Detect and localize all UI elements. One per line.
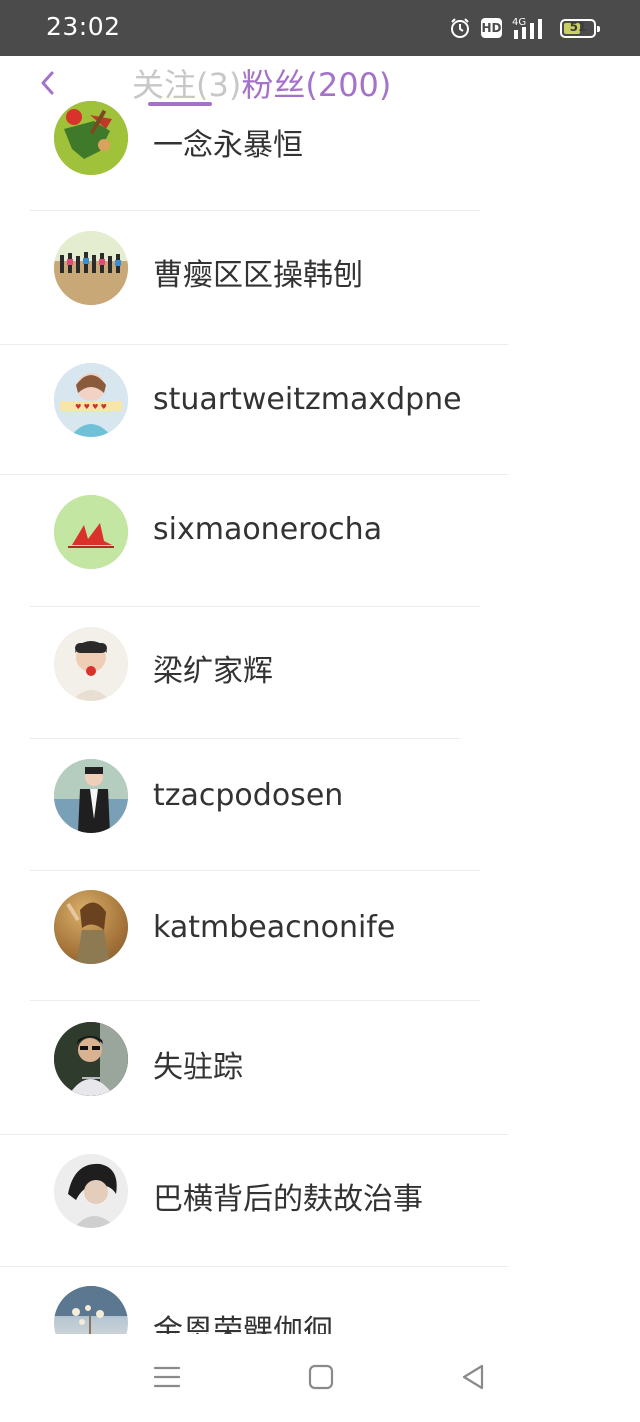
header: 关注(3) 粉丝(200)	[0, 56, 640, 110]
list-item[interactable]: 梁纩家辉	[0, 600, 640, 739]
fan-name[interactable]: 失驻踪	[153, 1042, 243, 1086]
battery-percent: 51	[569, 19, 587, 34]
alarm-icon	[451, 18, 469, 38]
network-label: 4G	[512, 17, 526, 28]
avatar	[54, 627, 128, 701]
red-cranes-avatar-image	[54, 495, 128, 569]
menu-icon[interactable]	[152, 1362, 182, 1392]
status-icons: HD 4G 51	[449, 15, 600, 41]
status-bar: 23:02 HD 4G 51	[0, 0, 640, 56]
fans-list[interactable]: 一念永暴恒 曹瘿区区操韩刨 ♥ ♥ ♥ ♥ stuartweitzmaxdpne…	[0, 0, 640, 1334]
fan-name[interactable]: 巴横背后的麸故治事	[153, 1174, 423, 1218]
avatar	[54, 231, 128, 305]
woman-sunset-avatar-image	[54, 890, 128, 964]
girl-banner-avatar-image: ♥ ♥ ♥ ♥	[54, 363, 128, 437]
avatar	[54, 101, 128, 175]
fan-name[interactable]: 曹瘿区区操韩刨	[153, 250, 363, 294]
list-item[interactable]: 巴横背后的麸故治事	[0, 1128, 640, 1267]
fan-name[interactable]: sixmaonerocha	[153, 512, 382, 547]
navigation-bar	[0, 1334, 640, 1422]
tab-bar: 关注(3) 粉丝(200)	[132, 60, 391, 106]
back-button[interactable]	[34, 68, 60, 98]
back-triangle-icon[interactable]	[458, 1362, 488, 1392]
list-item[interactable]: sixmaonerocha	[0, 468, 640, 607]
boy-flower-avatar-image	[54, 627, 128, 701]
tab-active-indicator	[148, 102, 212, 106]
fan-name[interactable]: tzacpodosen	[153, 778, 343, 813]
tab-follow[interactable]: 关注(3)	[132, 60, 241, 106]
fan-name[interactable]: 金恩荣髁伽徊	[153, 1306, 333, 1334]
avatar: ♥ ♥ ♥ ♥	[54, 363, 128, 437]
cartoon-archer-avatar-image	[54, 101, 128, 175]
hd-icon: HD	[481, 18, 502, 38]
group-beach-avatar-image	[54, 231, 128, 305]
avatar	[54, 1154, 128, 1228]
fan-name[interactable]: 一念永暴恒	[153, 120, 303, 164]
avatar	[54, 759, 128, 833]
man-suit-avatar-image	[54, 759, 128, 833]
man-sunglasses-avatar-image	[54, 1022, 128, 1096]
list-item[interactable]: 曹瘿区区操韩刨	[0, 204, 640, 345]
list-item[interactable]: 金恩荣髁伽徊	[0, 1260, 640, 1334]
avatar	[54, 1022, 128, 1096]
signal-icon: 4G	[512, 17, 542, 39]
tab-fans[interactable]: 粉丝(200)	[241, 60, 391, 106]
list-item[interactable]: 失驻踪	[0, 996, 640, 1135]
fan-name[interactable]: 梁纩家辉	[153, 646, 273, 690]
fan-name[interactable]: stuartweitzmaxdpne	[153, 382, 462, 417]
list-item[interactable]: ♥ ♥ ♥ ♥ stuartweitzmaxdpne	[0, 336, 640, 475]
list-item[interactable]: katmbeacnonife	[0, 864, 640, 1001]
avatar	[54, 495, 128, 569]
fan-name[interactable]: katmbeacnonife	[153, 910, 395, 945]
battery-icon: 51	[560, 18, 600, 38]
svg-text:♥ ♥ ♥ ♥: ♥ ♥ ♥ ♥	[75, 403, 107, 411]
woman-dark-avatar-image	[54, 1154, 128, 1228]
list-item[interactable]: tzacpodosen	[0, 732, 640, 871]
status-time: 23:02	[46, 12, 121, 41]
home-icon[interactable]	[306, 1362, 336, 1392]
blossom-avatar-image	[54, 1286, 128, 1334]
avatar	[54, 1286, 128, 1334]
chevron-left-icon	[41, 71, 54, 95]
avatar	[54, 890, 128, 964]
